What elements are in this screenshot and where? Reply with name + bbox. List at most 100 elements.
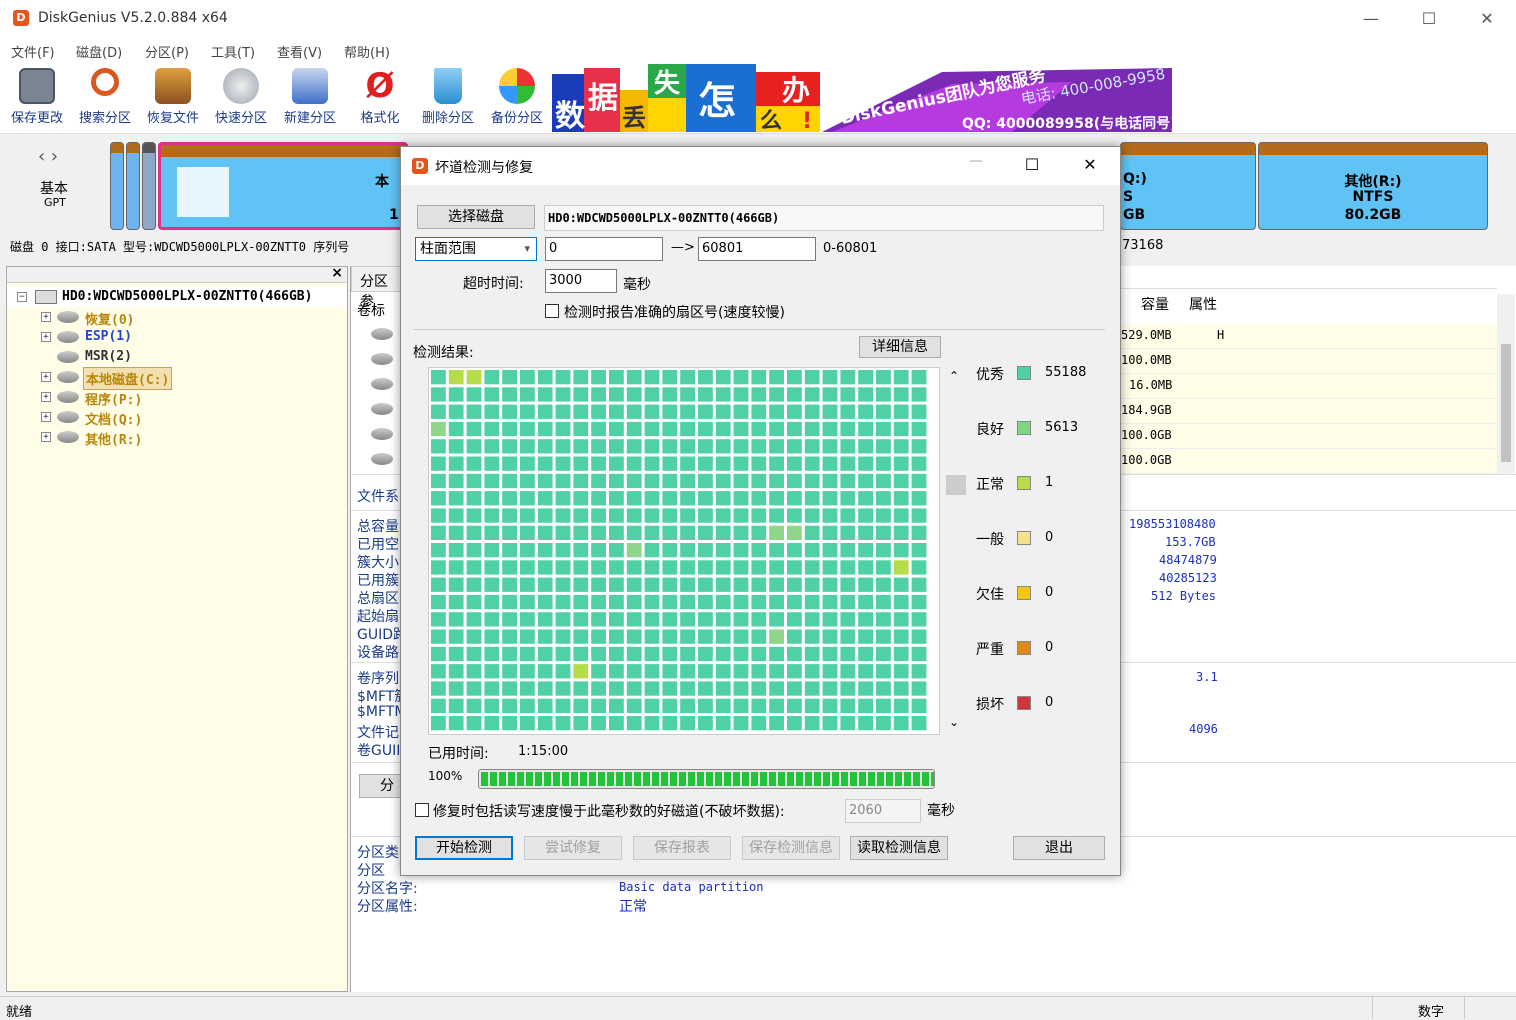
dialog-title-bar: D 坏道检测与修复 — ☐ ✕: [401, 147, 1120, 185]
report-sector-checkbox[interactable]: [545, 304, 559, 318]
dialog-maximize-button[interactable]: ☐: [1017, 155, 1047, 174]
minimize-button[interactable]: —: [1348, 5, 1394, 33]
tree-item-selected[interactable]: + 本地磁盘(C:): [7, 367, 347, 390]
save-changes-button[interactable]: 保存更改: [4, 64, 70, 130]
search-partition-button[interactable]: 搜索分区: [72, 64, 138, 130]
sector-cell: [609, 473, 624, 489]
range-mode-select[interactable]: 柱面范围 ▾: [415, 237, 537, 261]
sector-cell: [733, 716, 749, 731]
close-button[interactable]: ✕: [1464, 5, 1510, 33]
grid-scroll-thumb[interactable]: [946, 475, 966, 495]
tree-item[interactable]: + 其他(R:): [7, 427, 347, 448]
nav-arrows-icon[interactable]: ‹ ›: [38, 146, 58, 167]
sector-cell: [698, 577, 713, 592]
sector-cell: [769, 439, 784, 454]
sector-cell: [466, 508, 482, 523]
sector-cell: [787, 508, 802, 523]
exit-button[interactable]: 退出: [1013, 836, 1105, 860]
partition-attr-value: 正常: [619, 899, 647, 915]
partition-c[interactable]: 本 1: [158, 142, 408, 230]
partition-esp[interactable]: [126, 142, 140, 230]
sector-cell: [573, 525, 589, 540]
tree-item[interactable]: + ESP(1): [7, 327, 347, 347]
range-start-input[interactable]: 0: [545, 237, 663, 261]
close-panel-icon[interactable]: ×: [331, 265, 343, 281]
menu-partition[interactable]: 分区(P): [145, 42, 189, 61]
sector-cell: [609, 664, 624, 679]
detail-info-button[interactable]: 详细信息: [859, 336, 941, 358]
repair-slow-input[interactable]: 2060: [845, 799, 921, 823]
sector-cell: [876, 629, 891, 644]
new-partition-button[interactable]: 新建分区: [277, 64, 343, 130]
partition-q[interactable]: Q:) S GB: [1120, 142, 1256, 230]
dialog-close-button[interactable]: ✕: [1075, 155, 1105, 174]
table-row[interactable]: 16.0MB: [1121, 374, 1497, 399]
menu-tools[interactable]: 工具(T): [211, 42, 255, 61]
maximize-button[interactable]: ☐: [1406, 5, 1452, 33]
select-disk-button[interactable]: 选择磁盘: [417, 205, 535, 229]
sector-cell: [733, 387, 749, 402]
partition-msr[interactable]: [142, 142, 156, 230]
table-scrollbar[interactable]: [1497, 294, 1515, 474]
sector-cell: [822, 681, 838, 696]
app-logo-icon: D: [412, 158, 428, 174]
tree-item[interactable]: + 文档(Q:): [7, 407, 347, 428]
partition-recovery[interactable]: [110, 142, 124, 230]
sector-cell: [537, 456, 553, 471]
try-repair-button[interactable]: 尝试修复: [524, 836, 622, 860]
menu-disk[interactable]: 磁盘(D): [76, 42, 122, 61]
range-end-input[interactable]: 60801: [698, 237, 816, 261]
sector-cell: [609, 404, 624, 419]
menu-help[interactable]: 帮助(H): [344, 42, 390, 61]
sector-cell: [537, 491, 553, 506]
delete-partition-button[interactable]: 删除分区: [415, 64, 481, 130]
sector-cell: [751, 629, 767, 644]
tree-disk-node[interactable]: − HD0:WDCWD5000LPLX-00ZNTT0(466GB): [7, 287, 347, 307]
sector-cell: [840, 594, 856, 610]
menu-file[interactable]: 文件(F): [11, 42, 55, 61]
backup-partition-button[interactable]: 备份分区: [484, 64, 550, 130]
sector-cell: [573, 560, 589, 575]
sector-cell: [662, 508, 678, 523]
sector-cell: [876, 525, 891, 540]
load-scan-info-button[interactable]: 读取检测信息: [850, 836, 948, 860]
sector-cell: [911, 473, 927, 489]
sector-cell: [466, 646, 482, 662]
menu-view[interactable]: 查看(V): [277, 42, 322, 61]
sector-cell: [537, 629, 553, 644]
scroll-down-icon[interactable]: ⌄: [949, 715, 959, 729]
sector-cell: [662, 629, 678, 644]
save-scan-info-button[interactable]: 保存检测信息: [742, 836, 840, 860]
promo-banner[interactable]: 数 据 丢 失 怎 么 办 ! DiskGenius团队为您服务 电话: 400…: [552, 64, 1178, 132]
tab-partition-params[interactable]: 分区参: [351, 266, 401, 310]
tree-item[interactable]: MSR(2): [7, 347, 347, 367]
sector-cell: [520, 491, 535, 506]
repair-slow-label: 修复时包括读写速度慢于此毫秒数的好磁道(不破坏数据):: [433, 804, 785, 820]
sector-cell: [911, 646, 927, 662]
sector-cell: [822, 646, 838, 662]
table-row[interactable]: 529.0MB H: [1121, 324, 1497, 349]
sector-cell: [431, 543, 446, 558]
quick-partition-button[interactable]: 快速分区: [208, 64, 274, 130]
tree-item[interactable]: + 恢复(0): [7, 307, 347, 328]
sector-cell: [715, 629, 731, 644]
dialog-minimize-button[interactable]: —: [961, 153, 991, 169]
table-row[interactable]: 100.0MB: [1121, 349, 1497, 374]
sector-cell: [448, 594, 464, 610]
sector-cell: [662, 525, 678, 540]
scroll-up-icon[interactable]: ⌃: [949, 369, 959, 383]
save-report-button[interactable]: 保存报表: [633, 836, 731, 860]
repair-slow-checkbox[interactable]: [415, 803, 429, 817]
timeout-input[interactable]: 3000: [545, 269, 617, 293]
partition-r[interactable]: 其他(R:) NTFS 80.2GB: [1258, 142, 1488, 230]
start-scan-button[interactable]: 开始检测: [415, 836, 513, 860]
tree-item[interactable]: + 程序(P:): [7, 387, 347, 408]
table-row[interactable]: 184.9GB: [1121, 399, 1497, 424]
sector-cell: [911, 491, 927, 506]
sector-cell: [804, 387, 820, 402]
table-row[interactable]: 100.0GB: [1121, 424, 1497, 449]
format-button[interactable]: Ø 格式化: [347, 64, 413, 130]
table-row[interactable]: 100.0GB: [1121, 449, 1497, 474]
sector-cell: [822, 612, 838, 627]
recover-files-button[interactable]: 恢复文件: [140, 64, 206, 130]
